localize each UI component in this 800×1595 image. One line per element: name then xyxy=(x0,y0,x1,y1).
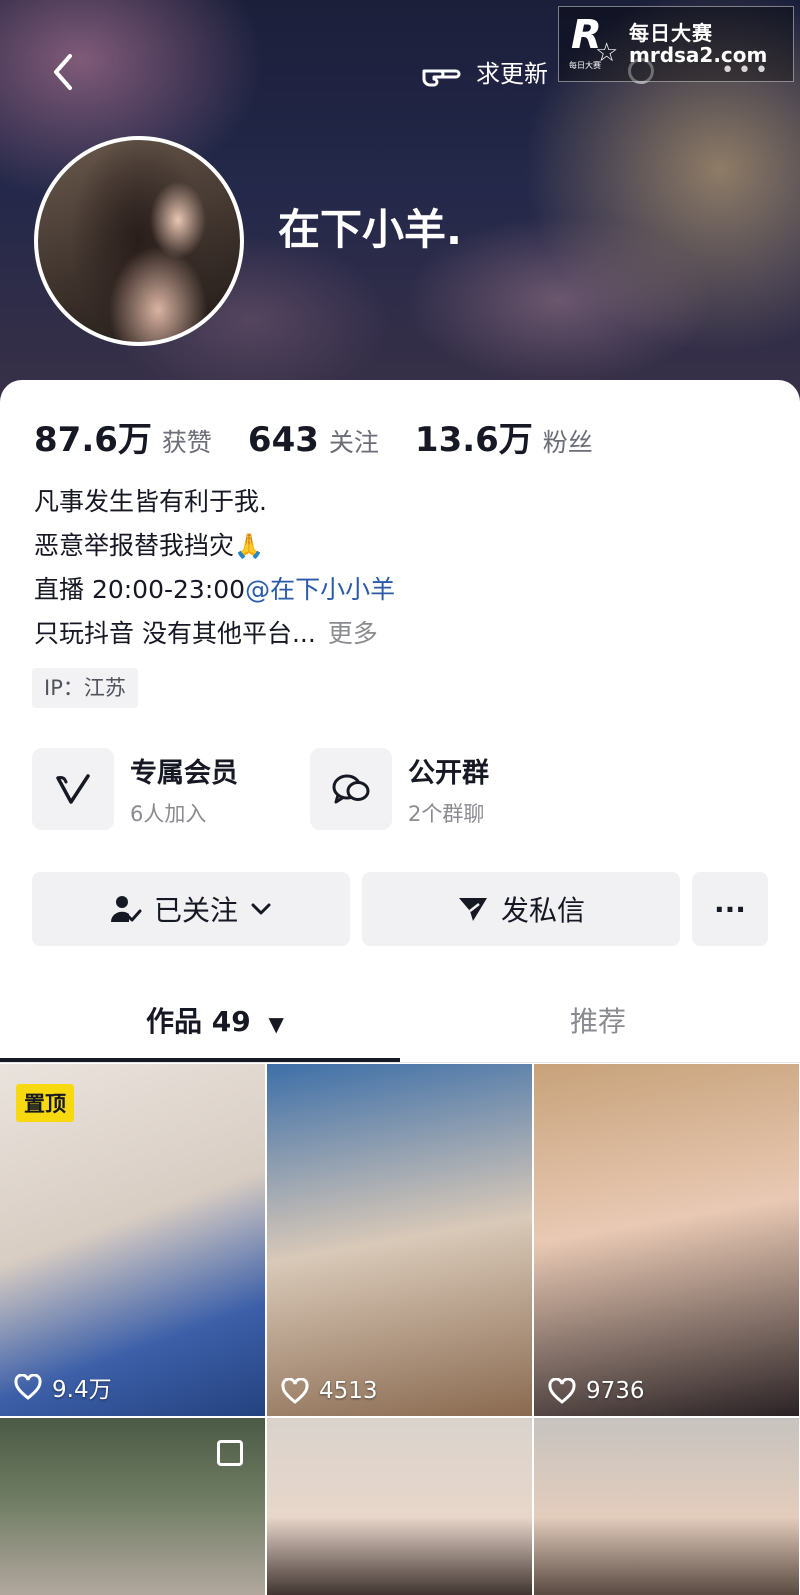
multi-image-icon xyxy=(217,1440,243,1466)
user-check-icon xyxy=(110,896,142,922)
caret-down-icon: ▼ xyxy=(268,1012,284,1036)
heart-icon xyxy=(281,1378,309,1404)
feature-subtitle: 2个群聊 xyxy=(408,801,485,826)
stats-row: 87.6万 获赞 643 关注 13.6万 粉丝 xyxy=(34,412,593,461)
bio-line: 凡事发生皆有利于我. xyxy=(34,487,267,516)
like-count: 4513 xyxy=(281,1378,378,1404)
heart-icon xyxy=(14,1374,42,1400)
chevron-down-icon xyxy=(251,903,271,915)
profile-nickname: 在下小羊. xyxy=(278,205,462,254)
more-dots-icon: ··· xyxy=(714,892,746,926)
pinned-badge: 置顶 xyxy=(16,1084,74,1122)
back-arrow-icon[interactable] xyxy=(48,52,78,92)
like-count: 9736 xyxy=(548,1378,645,1404)
more-options-icon[interactable]: ••• xyxy=(721,58,772,83)
bio-line: 直播 20:00-23:00@在下小小羊 xyxy=(34,575,396,604)
bio-line: 恶意举报替我挡灾🙏 xyxy=(34,524,395,568)
feature-subtitle: 6人加入 xyxy=(130,801,207,826)
update-request-button[interactable]: 求更新 xyxy=(420,54,548,89)
stat-followers[interactable]: 13.6万 粉丝 xyxy=(415,412,593,461)
profile-bio: 凡事发生皆有利于我. 恶意举报替我挡灾🙏 直播 20:00-23:00@在下小小… xyxy=(34,480,395,656)
tab-recommend[interactable]: 推荐 xyxy=(570,1000,626,1040)
video-thumbnail[interactable] xyxy=(534,1418,799,1595)
exclusive-member-entry[interactable]: 专属会员 6人加入 xyxy=(32,748,238,830)
public-group-entry[interactable]: 公开群 2个群聊 xyxy=(310,748,489,830)
watermark-logo: R ☆ 每日大赛 xyxy=(569,12,619,70)
stat-likes[interactable]: 87.6万 获赞 xyxy=(34,412,212,461)
feature-title: 专属会员 xyxy=(130,757,238,789)
pointing-hand-icon xyxy=(422,69,461,86)
avatar[interactable] xyxy=(34,136,244,346)
followed-label: 已关注 xyxy=(153,894,238,927)
video-thumbnail[interactable] xyxy=(267,1418,532,1595)
video-thumbnail[interactable] xyxy=(0,1418,265,1595)
watermark-brand: 每日大赛 xyxy=(629,21,713,45)
video-thumbnail[interactable]: 9736 xyxy=(534,1064,799,1416)
mention-link[interactable]: @在下小小羊 xyxy=(245,575,395,604)
followed-button[interactable]: 已关注 xyxy=(32,872,350,946)
video-thumbnail[interactable]: 4513 xyxy=(267,1064,532,1416)
heart-icon xyxy=(548,1378,576,1404)
like-count: 9.4万 xyxy=(14,1370,112,1404)
tab-divider xyxy=(0,1062,800,1063)
pray-emoji-icon: 🙏 xyxy=(234,532,264,560)
video-thumbnail[interactable]: 置顶 9.4万 xyxy=(0,1064,265,1416)
group-chat-icon xyxy=(310,748,392,830)
update-request-label: 求更新 xyxy=(476,60,548,88)
ip-location-tag: IP：江苏 xyxy=(32,668,138,708)
stat-following[interactable]: 643 关注 xyxy=(248,420,379,460)
feature-title: 公开群 xyxy=(408,757,489,789)
content-tabs: 作品 49 ▼ 推荐 xyxy=(0,990,800,1060)
more-actions-button[interactable]: ··· xyxy=(692,872,768,946)
tab-works[interactable]: 作品 49 ▼ xyxy=(146,1000,284,1040)
send-message-label: 发私信 xyxy=(500,894,585,927)
paper-plane-icon xyxy=(458,898,487,921)
send-message-button[interactable]: 发私信 xyxy=(362,872,680,946)
bio-line: 只玩抖音 没有其他平台... 更多 xyxy=(34,619,378,648)
v-member-icon xyxy=(32,748,114,830)
bio-more-link[interactable]: 更多 xyxy=(328,619,378,648)
